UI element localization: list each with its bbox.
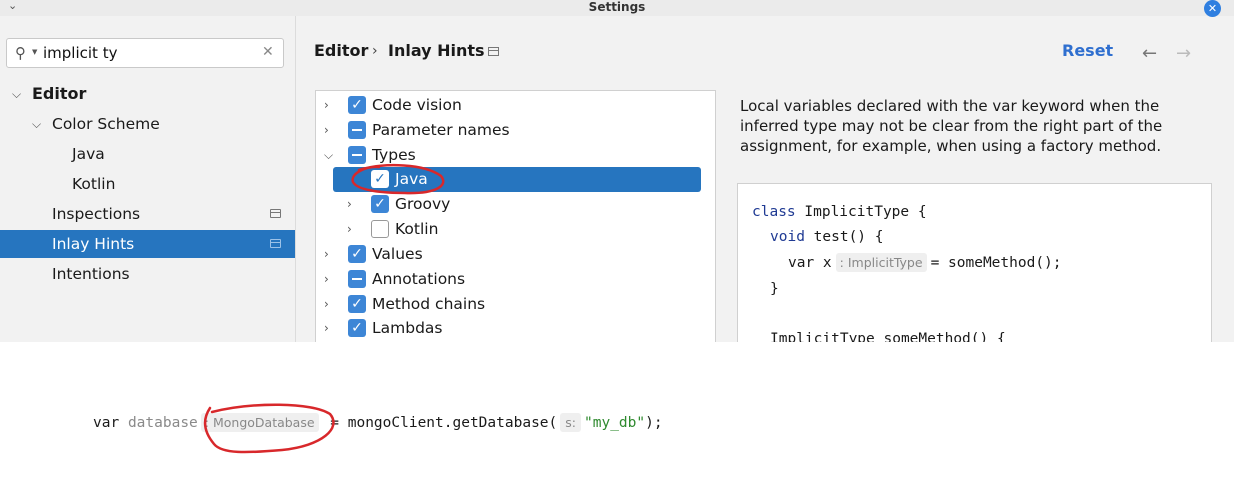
forward-arrow-icon[interactable]: → bbox=[1176, 43, 1191, 64]
option-label: Groovy bbox=[395, 195, 451, 213]
close-icon[interactable]: ✕ bbox=[1204, 0, 1221, 17]
back-arrow-icon[interactable]: ← bbox=[1142, 43, 1157, 64]
option-description: Local variables declared with the var ke… bbox=[740, 97, 1163, 155]
option-types-kotlin[interactable]: › Kotlin bbox=[316, 217, 715, 242]
search-field[interactable]: ⚲ ▼ ✕ bbox=[6, 38, 284, 68]
preview-line-4: } bbox=[770, 281, 779, 297]
inlay-parameter-hint: s: bbox=[560, 413, 581, 432]
keyword: class bbox=[752, 204, 796, 220]
checkbox-partial[interactable] bbox=[348, 121, 366, 139]
breadcrumb-editor[interactable]: Editor bbox=[314, 41, 368, 60]
checkbox-checked[interactable]: ✓ bbox=[348, 245, 366, 263]
sidebar-item-label: Inlay Hints bbox=[52, 235, 135, 253]
checkbox-checked[interactable]: ✓ bbox=[348, 295, 366, 313]
checkbox-checked[interactable]: ✓ bbox=[348, 96, 366, 114]
option-code-vision[interactable]: › ✓ Code vision bbox=[316, 93, 715, 118]
preview-line-2: void test() { bbox=[770, 227, 1234, 247]
option-label: Types bbox=[372, 146, 416, 164]
chevron-right-icon[interactable]: › bbox=[324, 242, 329, 267]
checkbox-unchecked[interactable] bbox=[371, 220, 389, 238]
project-scope-icon bbox=[270, 209, 281, 218]
variable-name: database bbox=[127, 415, 198, 431]
reset-button[interactable]: Reset bbox=[1062, 41, 1113, 60]
checkbox-checked[interactable]: ✓ bbox=[348, 319, 366, 337]
search-input[interactable] bbox=[43, 42, 253, 64]
project-scope-icon bbox=[488, 47, 499, 56]
checkbox-checked[interactable]: ✓ bbox=[371, 170, 389, 188]
sidebar-item-label: Color Scheme bbox=[52, 115, 160, 133]
breadcrumb-separator-icon: › bbox=[372, 43, 378, 59]
code-text: test() { bbox=[804, 229, 884, 245]
sidebar-item-label: Kotlin bbox=[72, 175, 116, 193]
option-label: Method chains bbox=[372, 295, 486, 313]
sidebar-item-label: Inspections bbox=[52, 205, 141, 223]
sidebar-item-color-scheme-java[interactable]: Java bbox=[0, 140, 295, 168]
sidebar-item-color-scheme-kotlin[interactable]: Kotlin bbox=[0, 170, 295, 198]
option-types-groovy[interactable]: › ✓ Groovy bbox=[316, 192, 715, 217]
keyword: var bbox=[788, 255, 815, 271]
settings-header: Editor › Inlay Hints Reset ← → bbox=[296, 16, 1234, 86]
option-lambdas[interactable]: › ✓ Lambdas bbox=[316, 316, 715, 341]
chevron-right-icon[interactable]: › bbox=[324, 292, 329, 317]
breadcrumb-inlay-hints: Inlay Hints bbox=[388, 41, 485, 60]
sidebar-item-intentions[interactable]: Intentions bbox=[0, 260, 295, 288]
project-scope-icon bbox=[270, 239, 281, 248]
search-icon[interactable]: ⚲ bbox=[15, 44, 26, 62]
settings-sidebar: ⚲ ▼ ✕ ⌵ Editor ⌵ Color Scheme Java Kotli… bbox=[0, 16, 296, 342]
inlay-type-hint: : ImplicitType bbox=[835, 253, 927, 272]
title-bar: ⌄ Settings ✕ bbox=[0, 0, 1234, 17]
chevron-right-icon[interactable]: › bbox=[324, 267, 329, 292]
option-label: Values bbox=[372, 245, 423, 263]
chevron-right-icon[interactable]: › bbox=[347, 217, 352, 242]
keyword: var bbox=[93, 415, 120, 431]
inlay-type-hint: : MongoDatabase bbox=[200, 413, 319, 432]
checkbox-checked[interactable]: ✓ bbox=[371, 195, 389, 213]
inlay-hints-options-tree: › ✓ Code vision › Parameter names ⌵ Type… bbox=[315, 90, 716, 342]
option-label: Parameter names bbox=[372, 121, 510, 139]
option-types[interactable]: ⌵ Types bbox=[316, 143, 715, 168]
clear-search-icon[interactable]: ✕ bbox=[262, 44, 274, 60]
option-method-chains[interactable]: › ✓ Method chains bbox=[316, 292, 715, 317]
chevron-right-icon[interactable]: › bbox=[324, 316, 329, 341]
option-label: Kotlin bbox=[395, 220, 439, 238]
search-options-caret-icon[interactable]: ▼ bbox=[32, 48, 37, 56]
sidebar-item-label: Java bbox=[72, 145, 105, 163]
option-label: Annotations bbox=[372, 270, 466, 288]
chevron-down-icon[interactable]: ⌵ bbox=[324, 143, 333, 168]
chevron-right-icon[interactable]: › bbox=[324, 118, 329, 143]
code-preview: class ImplicitType { void test() { var x… bbox=[737, 183, 1212, 342]
string-literal: "my_db" bbox=[584, 415, 646, 431]
sidebar-item-inspections[interactable]: Inspections bbox=[0, 200, 295, 228]
code-text: ); bbox=[645, 415, 663, 431]
sidebar-item-color-scheme[interactable]: ⌵ Color Scheme bbox=[0, 110, 295, 138]
sidebar-item-label: Intentions bbox=[52, 265, 130, 283]
option-annotations[interactable]: › Annotations bbox=[316, 267, 715, 292]
sidebar-item-editor[interactable]: ⌵ Editor bbox=[0, 80, 295, 108]
option-parameter-names[interactable]: › Parameter names bbox=[316, 118, 715, 143]
settings-window: ⌄ Settings ✕ ⚲ ▼ ✕ ⌵ Editor ⌵ Color Sche… bbox=[0, 0, 1234, 342]
preview-line-1: class ImplicitType { bbox=[752, 202, 1222, 222]
option-label: Java bbox=[395, 170, 428, 188]
code-text: = someMethod(); bbox=[930, 255, 1062, 271]
preview-line-3: var x: ImplicitType = someMethod(); bbox=[788, 253, 1234, 273]
option-types-java[interactable]: ✓ Java bbox=[316, 167, 715, 192]
sidebar-item-label: Editor bbox=[32, 84, 87, 103]
chevron-right-icon[interactable]: › bbox=[324, 93, 329, 118]
preview-line-5: ImplicitType someMethod() { bbox=[770, 331, 1006, 342]
option-values[interactable]: › ✓ Values bbox=[316, 242, 715, 267]
option-label: Lambdas bbox=[372, 319, 443, 337]
code-text: x bbox=[814, 255, 832, 271]
window-title: Settings bbox=[588, 0, 646, 14]
chevron-right-icon[interactable]: › bbox=[347, 192, 352, 217]
chevron-down-icon[interactable]: ⌵ bbox=[12, 80, 21, 108]
checkbox-partial[interactable] bbox=[348, 146, 366, 164]
keyword: void bbox=[770, 229, 805, 245]
code-text: = mongoClient.getDatabase( bbox=[330, 415, 558, 431]
code-snippet: var database: MongoDatabase = mongoClien… bbox=[93, 413, 663, 433]
code-text: ImplicitType { bbox=[795, 204, 927, 220]
chevron-down-icon[interactable]: ⌵ bbox=[32, 110, 41, 138]
option-label: Code vision bbox=[372, 96, 462, 114]
checkbox-partial[interactable] bbox=[348, 270, 366, 288]
sidebar-item-inlay-hints[interactable]: Inlay Hints bbox=[0, 230, 295, 258]
